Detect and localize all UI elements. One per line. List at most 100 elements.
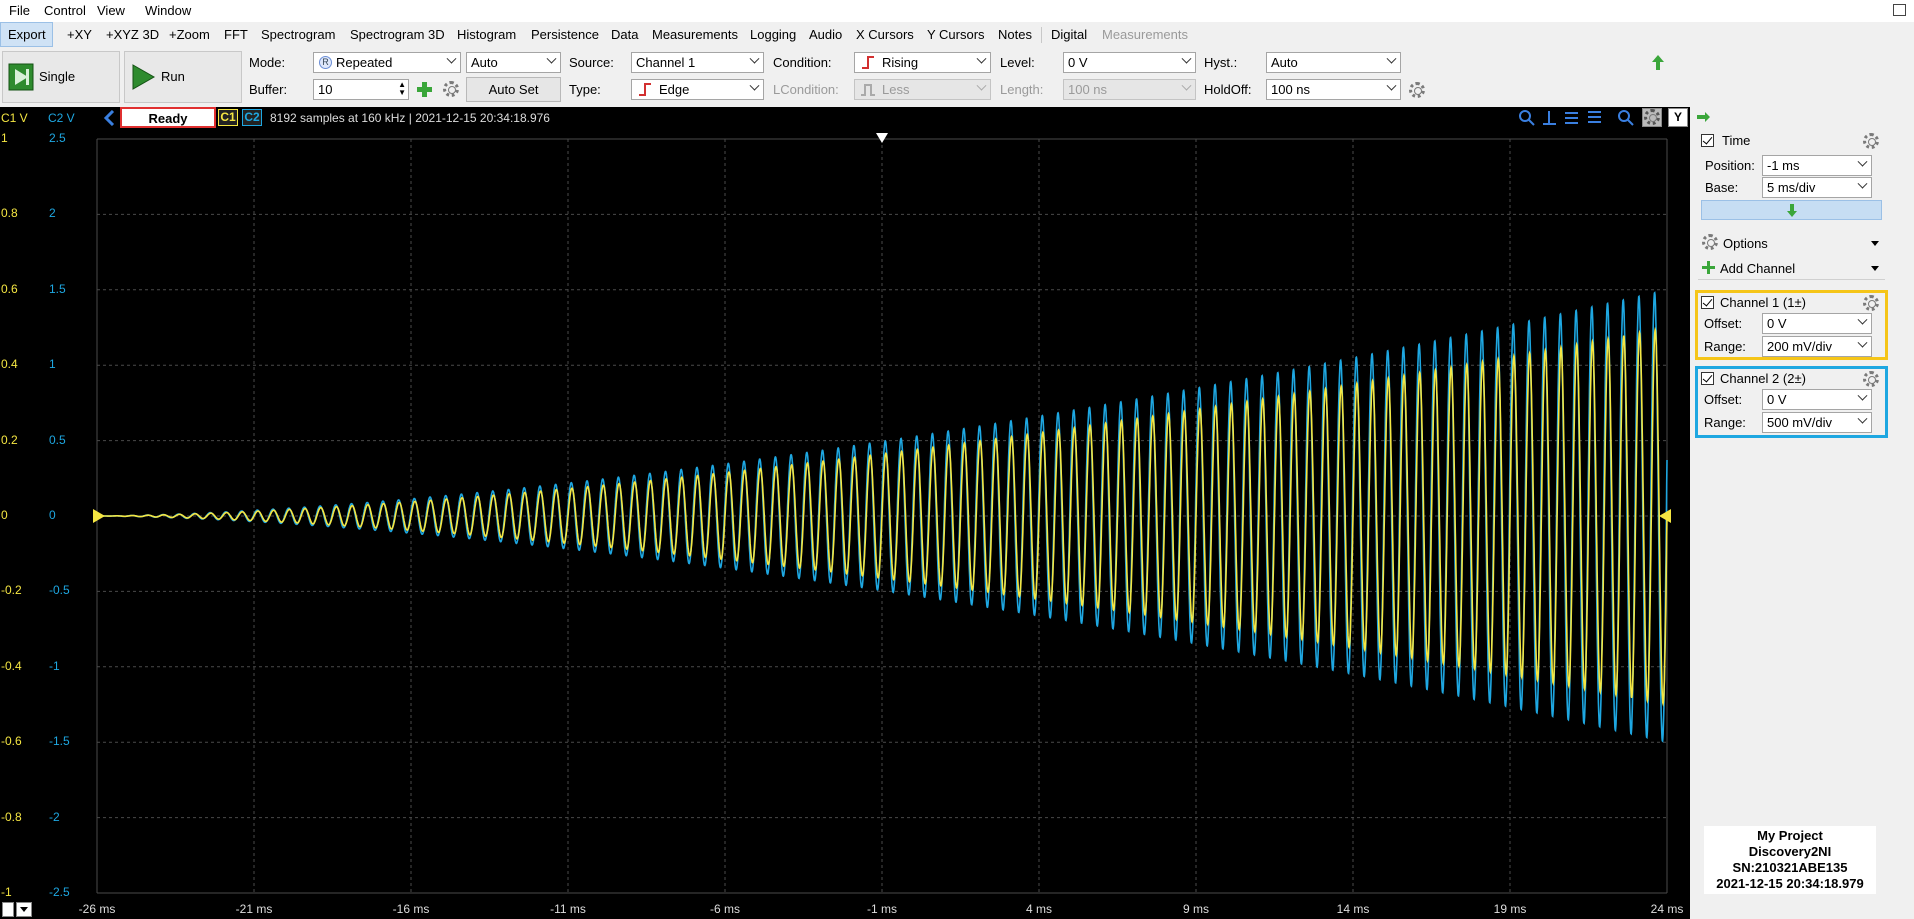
- scale-dropdown[interactable]: [2, 902, 14, 917]
- buffer-settings-gear-icon[interactable]: [443, 81, 459, 97]
- tool-logging[interactable]: Logging: [750, 27, 796, 42]
- source-label: Source:: [569, 55, 614, 70]
- ch1-offset-select[interactable]: 0 V: [1762, 313, 1872, 334]
- c2-toggle[interactable]: C2: [242, 109, 262, 126]
- collapse-arrow-icon[interactable]: [1652, 55, 1664, 71]
- trigger-mode-value: Auto: [471, 55, 498, 70]
- tool-spectrogram[interactable]: Spectrogram: [261, 27, 335, 42]
- x-axis: -26 ms -21 ms -16 ms -11 ms -6 ms -1 ms 4 ms 9 …: [0, 900, 1690, 919]
- tool-x-cursors[interactable]: X Cursors: [856, 27, 914, 42]
- lcondition-select: Less: [854, 79, 991, 100]
- chevron-left-icon[interactable]: [103, 110, 115, 126]
- buffer-spinner-icon[interactable]: ▲ ▼: [398, 81, 406, 97]
- time-collapse-button[interactable]: [1701, 200, 1882, 220]
- plot-canvas[interactable]: [0, 128, 1690, 900]
- run-button[interactable]: Run: [124, 51, 242, 103]
- ch2-range-select[interactable]: 500 mV/div: [1762, 412, 1872, 433]
- menu-view[interactable]: View: [97, 3, 125, 18]
- y-axis-toggle[interactable]: Y: [1668, 108, 1688, 127]
- toolbar-divider: [1041, 27, 1042, 43]
- channel-1-gear-icon[interactable]: [1863, 295, 1879, 311]
- scale-dropdown-arrow[interactable]: [16, 902, 32, 917]
- trigger-position-marker-icon: [876, 133, 888, 143]
- tool-measurements-disabled: Measurements: [1102, 27, 1188, 42]
- base-select[interactable]: 5 ms/div: [1762, 177, 1872, 198]
- add-channel-label: Add Channel: [1720, 261, 1796, 276]
- trigger-settings-gear-icon[interactable]: [1409, 82, 1425, 98]
- tool-spectrogram-3d[interactable]: Spectrogram 3D: [350, 27, 445, 42]
- time-gear-icon[interactable]: [1863, 133, 1879, 149]
- tool-audio[interactable]: Audio: [809, 27, 842, 42]
- level-input[interactable]: 0 V: [1063, 52, 1196, 73]
- options-button[interactable]: Options: [1723, 236, 1768, 251]
- tool-xy[interactable]: +XY: [67, 27, 92, 42]
- serial-number: SN:210321ABE135: [1732, 860, 1848, 875]
- channel-1-section: Channel 1 (1±) Offset: 0 V Range: 200 mV…: [1695, 290, 1888, 360]
- trigger-mode-select[interactable]: Auto: [466, 52, 561, 73]
- add-icon[interactable]: [417, 82, 432, 97]
- play-icon: [132, 64, 156, 90]
- tool-persistence[interactable]: Persistence: [531, 27, 599, 42]
- align-lines-icon[interactable]: [1563, 109, 1580, 126]
- ready-status-badge: Ready: [120, 107, 216, 128]
- tool-fft[interactable]: FFT: [224, 27, 248, 42]
- position-select[interactable]: -1 ms: [1762, 155, 1872, 176]
- maximize-icon[interactable]: [1893, 4, 1906, 16]
- stack-lines-icon[interactable]: [1586, 109, 1603, 126]
- add-channel-button[interactable]: Add Channel: [1698, 257, 1885, 280]
- tool-measurements[interactable]: Measurements: [652, 27, 738, 42]
- toolbar: Export +XY +XYZ 3D +Zoom FFT Spectrogram…: [0, 22, 1914, 47]
- ch1-range-select[interactable]: 200 mV/div: [1762, 336, 1872, 357]
- channel-2-checkbox[interactable]: [1701, 372, 1714, 385]
- ch1-range-value: 200 mV/div: [1767, 339, 1833, 354]
- x-tick-label: -16 ms: [392, 902, 430, 916]
- tool-histogram[interactable]: Histogram: [457, 27, 516, 42]
- lcondition-label: LCondition:: [773, 82, 839, 97]
- chevron-down-icon: [20, 907, 28, 912]
- time-checkbox[interactable]: [1701, 134, 1714, 147]
- device-name: Discovery2NI: [1748, 844, 1832, 859]
- buffer-input[interactable]: 10 ▲ ▼: [313, 79, 409, 100]
- add-channel-icon: [1702, 261, 1715, 274]
- channel-1-checkbox[interactable]: [1701, 296, 1714, 309]
- tool-xyz-3d[interactable]: +XYZ 3D: [106, 27, 159, 42]
- hysteresis-value: Auto: [1271, 55, 1298, 70]
- holdoff-input[interactable]: 100 ns: [1266, 79, 1401, 100]
- magnifier-icon[interactable]: [1617, 109, 1634, 126]
- options-chevron-icon[interactable]: [1871, 241, 1879, 246]
- menu-control[interactable]: Control: [44, 3, 86, 18]
- panel-arrow-icon[interactable]: [1697, 112, 1711, 122]
- oscilloscope-plot[interactable]: 1 0.8 0.6 0.4 0.2 0 -0.2 -0.4 -0.6 -0.8 -1 2.5 2 1.5 1…: [0, 128, 1690, 900]
- menu-file[interactable]: File: [9, 3, 30, 18]
- plot-settings-button[interactable]: [1642, 108, 1662, 127]
- tool-digital[interactable]: Digital: [1051, 27, 1087, 42]
- buffer-label: Buffer:: [249, 82, 288, 97]
- mode-select[interactable]: R Repeated: [313, 52, 461, 73]
- ch2-offset-value: 0 V: [1767, 392, 1787, 407]
- tool-zoom[interactable]: +Zoom: [169, 27, 210, 42]
- cursor-line-icon[interactable]: [1541, 109, 1558, 126]
- ch2-range-value: 500 mV/div: [1767, 415, 1833, 430]
- tool-y-cursors[interactable]: Y Cursors: [927, 27, 985, 42]
- edge-icon: [639, 83, 651, 96]
- zoom-icon[interactable]: [1518, 109, 1535, 126]
- x-tick-label: -26 ms: [78, 902, 116, 916]
- type-select[interactable]: Edge: [631, 79, 764, 100]
- source-select[interactable]: Channel 1: [631, 52, 764, 73]
- x-tick-label: -11 ms: [550, 902, 586, 916]
- tool-notes[interactable]: Notes: [998, 27, 1032, 42]
- c1-toggle[interactable]: C1: [218, 109, 238, 126]
- condition-select[interactable]: Rising: [854, 52, 991, 73]
- export-label[interactable]: Export: [8, 27, 46, 42]
- rising-edge-icon: [862, 56, 874, 69]
- x-tick-label: 9 ms: [1182, 902, 1209, 916]
- tool-data[interactable]: Data: [611, 27, 638, 42]
- hysteresis-select[interactable]: Auto: [1266, 52, 1401, 73]
- channel-2-gear-icon[interactable]: [1863, 371, 1879, 387]
- menu-window[interactable]: Window: [145, 3, 191, 18]
- auto-set-button[interactable]: Auto Set: [466, 77, 561, 102]
- menu-bar: File Control View Window: [0, 0, 1914, 22]
- plot-gear-icon: [1644, 109, 1660, 125]
- ch2-offset-select[interactable]: 0 V: [1762, 389, 1872, 410]
- single-button[interactable]: Single: [2, 51, 120, 103]
